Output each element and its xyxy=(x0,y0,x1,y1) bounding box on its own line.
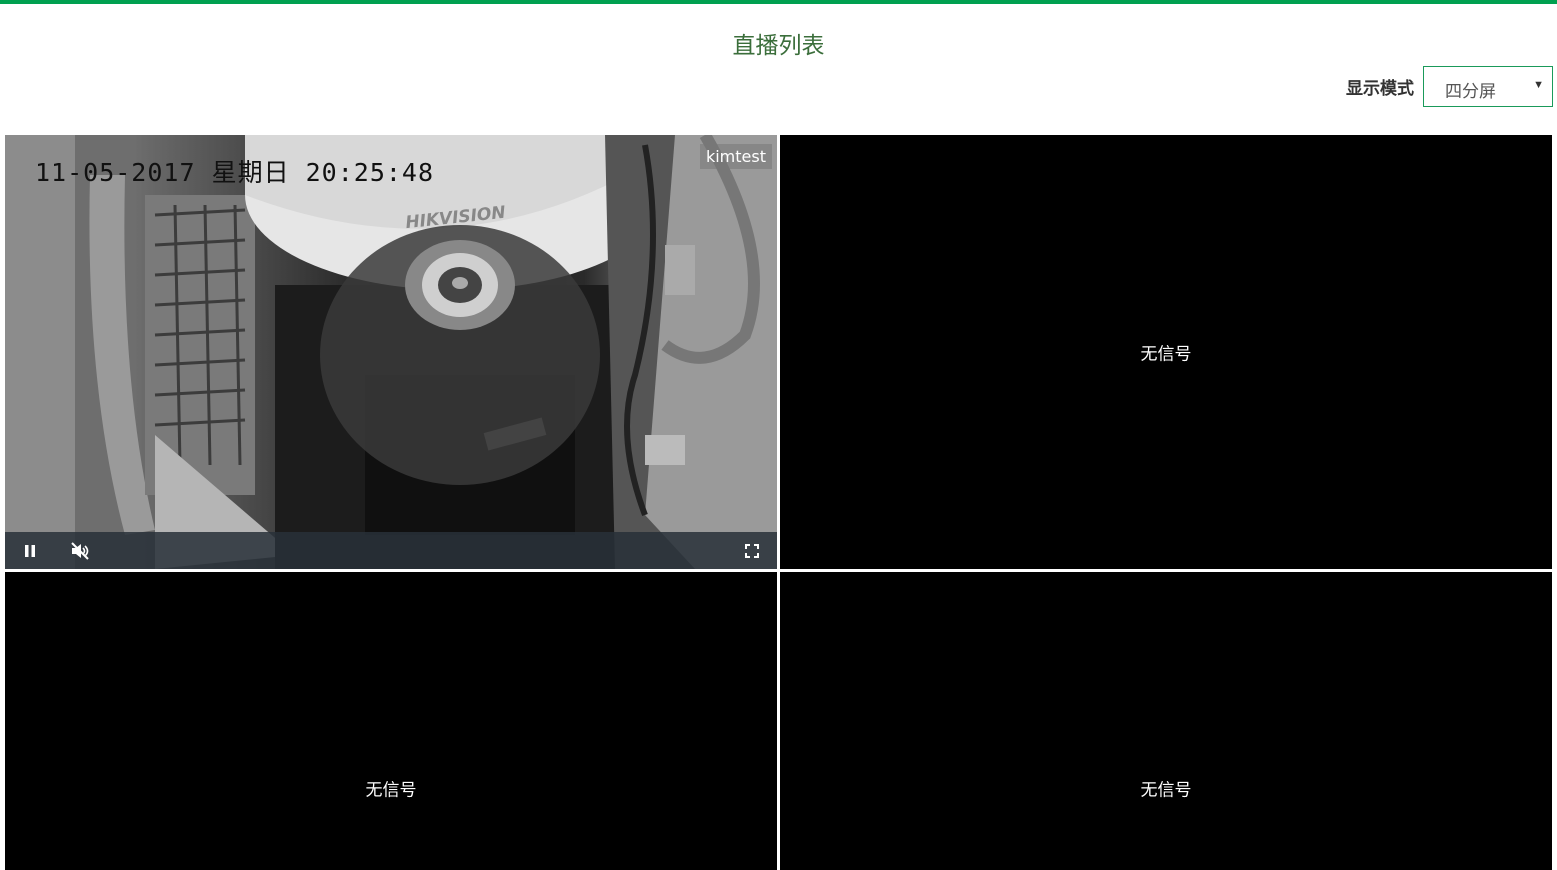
camera-name-label: kimtest xyxy=(699,144,772,169)
top-accent-bar xyxy=(0,0,1557,4)
pause-icon[interactable] xyxy=(19,540,41,562)
display-mode-select[interactable]: 四分屏 ▼ xyxy=(1423,66,1553,107)
video-cell-3[interactable]: 无信号 xyxy=(5,572,777,870)
osd-datetime: 11-05-2017 星期日 20:25:48 xyxy=(35,158,435,187)
no-signal-text: 无信号 xyxy=(365,780,417,801)
no-signal-text: 无信号 xyxy=(1140,344,1192,365)
video-cell-4[interactable]: 无信号 xyxy=(780,572,1552,870)
player-controls-bar xyxy=(5,532,777,569)
video-cell-2[interactable]: 无信号 xyxy=(780,135,1552,569)
mute-icon[interactable] xyxy=(69,540,91,562)
fullscreen-icon[interactable] xyxy=(741,540,763,562)
camera-frame-image: HIKVISION xyxy=(5,135,777,569)
page-title: 直播列表 xyxy=(732,33,825,59)
video-cell-1[interactable]: HIKVISION 11-05-2017 星期日 20:25:48 kimtes… xyxy=(5,135,777,569)
display-mode-value: 四分屏 xyxy=(1445,82,1496,102)
display-mode-label: 显示模式 xyxy=(1346,79,1414,99)
dropdown-caret-icon: ▼ xyxy=(1533,79,1544,91)
no-signal-text: 无信号 xyxy=(1140,780,1192,801)
video-grid: HIKVISION 11-05-2017 星期日 20:25:48 kimtes… xyxy=(5,135,1552,870)
video-feed[interactable]: HIKVISION 11-05-2017 星期日 20:25:48 kimtes… xyxy=(5,135,777,569)
